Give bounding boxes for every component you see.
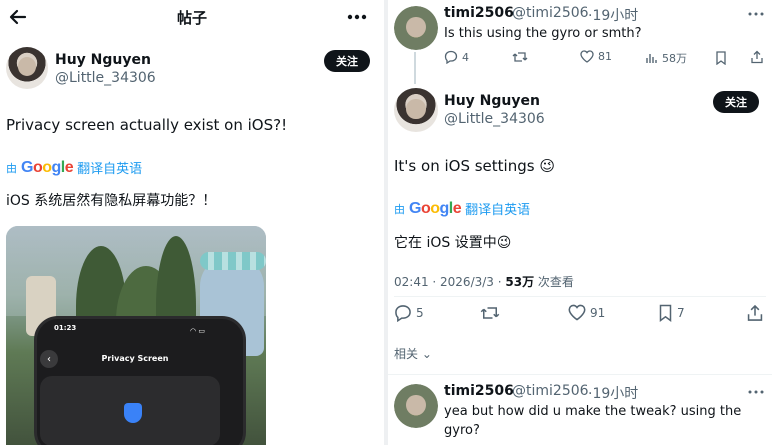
share-icon[interactable] [750, 50, 764, 64]
comment-icon [395, 305, 411, 322]
shield-icon [124, 403, 142, 423]
reply-text-line1: yea but how did u make the tweak? using … [444, 404, 742, 419]
retweet-icon [512, 52, 528, 62]
more-horizontal-icon[interactable] [748, 12, 764, 16]
google-logo: Google [21, 158, 74, 176]
reply-author-handle[interactable]: @timi2506 [512, 383, 589, 399]
reply-time: ·19小时 [588, 8, 639, 24]
author-name[interactable]: Huy Nguyen [55, 52, 151, 68]
heart-icon [580, 50, 594, 63]
translate-link[interactable]: 由 Google 翻译自英语 [6, 158, 143, 178]
thread-line [414, 52, 416, 84]
page-title: 帖子 [176, 9, 207, 27]
avatar[interactable] [394, 384, 438, 428]
phone-time: 01:23 [54, 324, 77, 332]
heart-icon [568, 304, 586, 321]
left-post-panel: 帖子 Huy Nguyen @Little_34306 关注 Privacy s… [0, 0, 384, 445]
post-timestamp: 02:41 · 2026/3/3 · 53万 次查看 [394, 275, 574, 289]
translate-label: 翻译自英语 [465, 203, 531, 218]
views-count: 53万 [505, 275, 535, 289]
retweet-button[interactable] [480, 304, 500, 322]
share-icon[interactable] [746, 304, 764, 322]
post-text: Privacy screen actually exist on iOS?! [6, 116, 288, 134]
divider [394, 296, 766, 297]
reply-main-text: It's on iOS settings 😉 [394, 157, 555, 175]
author-name[interactable]: Huy Nguyen [444, 93, 540, 109]
comment-icon [444, 50, 458, 64]
bookmark-icon[interactable] [715, 51, 727, 65]
wifi-icon: ◠ ▭ [190, 327, 205, 335]
more-horizontal-icon[interactable] [346, 9, 368, 25]
post-header: 帖子 [0, 0, 384, 34]
translate-icon: 由 [6, 161, 17, 175]
views-button[interactable]: 58万 [646, 50, 687, 66]
reply-text: Is this using the gyro or smth? [444, 26, 642, 41]
google-logo: Google [409, 199, 462, 217]
avatar[interactable] [394, 88, 438, 132]
media-wreath [200, 252, 266, 270]
avatar[interactable] [394, 6, 438, 50]
reply-text-line2: gyro? [444, 423, 480, 438]
translate-icon: 由 [394, 202, 405, 216]
chevron-down-icon: ⌄ [418, 347, 432, 361]
bookmark-icon [659, 304, 672, 322]
retweet-icon [480, 307, 500, 319]
more-horizontal-icon[interactable] [748, 390, 764, 394]
phone-screen-title: Privacy Screen [101, 354, 169, 363]
phone-back-icon: ‹ [40, 350, 58, 368]
divider [388, 374, 772, 375]
right-replies-panel: timi2506 @timi2506 ·19小时 Is this using t… [388, 0, 772, 445]
follow-button[interactable]: 关注 [713, 91, 759, 113]
retweet-button[interactable] [512, 50, 528, 64]
bookmark-button[interactable]: 7 [658, 304, 685, 322]
translate-label: 翻译自英语 [77, 162, 143, 177]
author-handle[interactable]: @Little_34306 [444, 111, 545, 127]
reply-button[interactable]: 4 [444, 50, 469, 64]
follow-button[interactable]: 关注 [324, 50, 370, 72]
avatar[interactable] [6, 47, 48, 89]
translate-link[interactable]: 由 Google 翻译自英语 [394, 199, 531, 219]
reply-button[interactable]: 5 [394, 304, 424, 322]
like-button[interactable]: 81 [580, 50, 612, 63]
translated-text: 它在 iOS 设置中😉 [394, 235, 512, 251]
reply-author-name[interactable]: timi2506 [444, 383, 514, 399]
reply-author-name[interactable]: timi2506 [444, 5, 514, 21]
related-dropdown[interactable]: 相关 ⌄ [394, 345, 432, 362]
translated-text: iOS 系统居然有隐私屏幕功能？！ [6, 193, 217, 209]
reply-author-handle[interactable]: @timi2506 [512, 5, 589, 21]
like-button[interactable]: 91 [568, 304, 605, 321]
analytics-icon [646, 54, 657, 63]
author-handle[interactable]: @Little_34306 [55, 70, 156, 86]
reply-time: ·19小时 [588, 386, 639, 402]
